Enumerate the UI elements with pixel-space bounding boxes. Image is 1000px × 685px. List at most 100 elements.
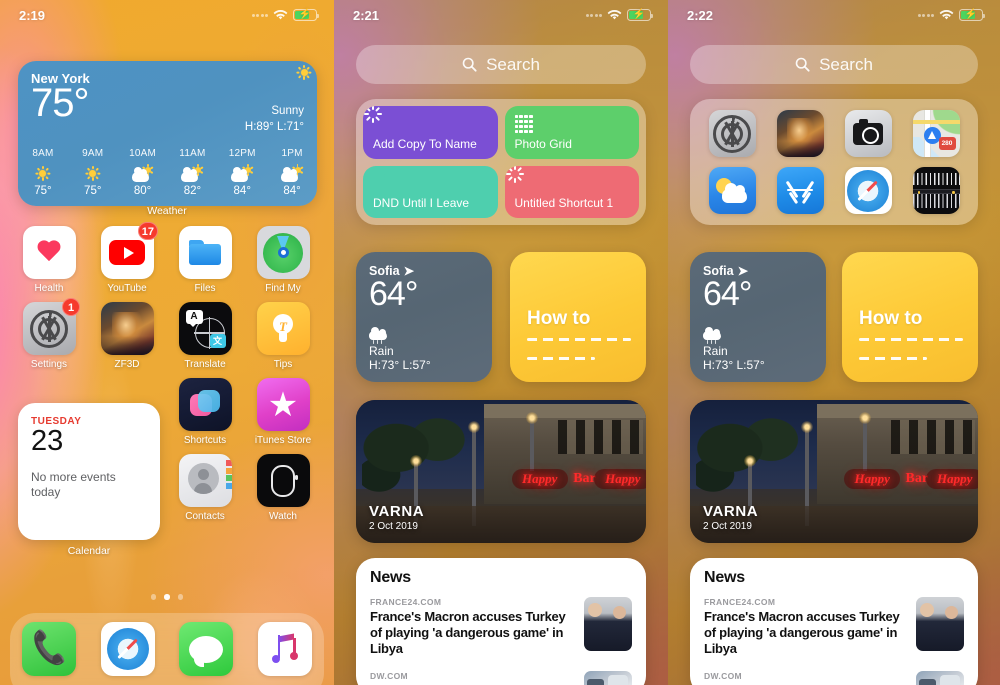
app-contacts[interactable]: Contacts xyxy=(166,454,244,522)
shortcuts-widget: Add Copy To Name Photo Grid DND Until I … xyxy=(356,99,646,225)
app-label: Shortcuts xyxy=(183,435,227,446)
app-watch[interactable]: Watch xyxy=(244,454,322,522)
health-icon xyxy=(22,226,76,279)
how-to-widget[interactable]: How to xyxy=(510,252,646,382)
watch-icon xyxy=(256,454,310,507)
news-thumbnail xyxy=(584,597,632,651)
panel-today-view-shortcuts: 2:21 ⚡ Search Add Copy To Name Photo Gri… xyxy=(334,0,668,685)
photo-caption: VARNA 2 Oct 2019 xyxy=(703,503,758,532)
partly-cloudy-icon xyxy=(118,162,168,184)
app-files[interactable]: Files xyxy=(166,226,244,294)
how-to-title: How to xyxy=(859,308,923,329)
appstore-icon[interactable] xyxy=(776,167,824,214)
forecast-time: 8AM xyxy=(32,148,54,159)
page-dots[interactable] xyxy=(0,594,334,600)
app-youtube[interactable]: 17 YouTube xyxy=(88,222,166,294)
safari-icon[interactable] xyxy=(844,167,892,214)
maps-icon[interactable]: 280 xyxy=(912,110,960,157)
camera-icon[interactable] xyxy=(844,110,892,157)
placeholder-line xyxy=(527,338,631,341)
battery-charging-icon: ⚡ xyxy=(959,9,985,21)
calendar-widget-label: Calendar xyxy=(67,545,111,557)
partly-cloudy-icon xyxy=(267,162,317,184)
news-thumbnail xyxy=(584,670,632,685)
news-widget[interactable]: News FRANCE24.COM France's Macron accuse… xyxy=(690,558,978,685)
measure-icon[interactable] xyxy=(912,167,960,214)
app-shortcuts[interactable]: Shortcuts xyxy=(166,378,244,446)
search-icon xyxy=(462,57,477,72)
photo-windows xyxy=(890,420,975,455)
news-headline: France's Macron accuses Turkey of playin… xyxy=(370,609,566,656)
photo-caption-date: 2 Oct 2019 xyxy=(703,521,752,532)
news-source: DW.COM xyxy=(370,670,408,681)
news-thumbnail xyxy=(916,670,964,685)
maps-route-shield: 280 xyxy=(938,137,956,150)
forecast-hour: 8AM 75° xyxy=(18,148,68,197)
photo-neon-sign: Happy xyxy=(593,468,646,489)
status-bar: 2:21 ⚡ xyxy=(334,0,668,30)
forecast-temp: 84° xyxy=(283,185,301,197)
weather-condition: Rain xyxy=(369,344,394,358)
shortcut-tile-add-copy-to-name[interactable]: Add Copy To Name xyxy=(363,106,498,159)
news-story[interactable]: DW.COM Coronavirus latest: Fresh lockdow… xyxy=(704,670,964,685)
news-story[interactable]: FRANCE24.COM France's Macron accuses Tur… xyxy=(370,597,632,657)
forecast-hour: 1PM 84° xyxy=(267,148,317,197)
news-widget[interactable]: News FRANCE24.COM France's Macron accuse… xyxy=(356,558,646,685)
photo-neon-sign: Happy xyxy=(511,468,568,489)
weather-temperature: 64° xyxy=(369,275,418,313)
app-health[interactable]: Health xyxy=(10,226,88,294)
how-to-widget[interactable]: How to xyxy=(842,252,978,382)
status-time: 2:22 xyxy=(687,7,714,23)
zf3d-game-icon[interactable] xyxy=(776,110,824,157)
sparkle-icon xyxy=(372,106,393,134)
music-icon[interactable] xyxy=(257,622,312,676)
app-settings[interactable]: 1 Settings xyxy=(10,298,88,370)
sun-icon xyxy=(18,162,68,184)
calendar-date: 23 xyxy=(31,425,64,457)
settings-icon[interactable] xyxy=(708,110,756,157)
search-bar[interactable]: Search xyxy=(356,45,646,84)
wifi-icon xyxy=(607,9,622,21)
battery-charging-icon: ⚡ xyxy=(627,9,653,21)
tips-letter: T xyxy=(279,318,287,334)
photo-neon-sign: Happy xyxy=(844,468,901,489)
app-label: ZF3D xyxy=(114,359,140,370)
wifi-icon xyxy=(273,9,288,21)
photo-caption: VARNA 2 Oct 2019 xyxy=(369,503,424,532)
app-tips[interactable]: T Tips xyxy=(244,302,322,370)
weather-widget[interactable]: Sofia ➤ 64° Rain H:73° L:57° xyxy=(690,252,826,382)
app-zf3d[interactable]: ZF3D xyxy=(88,302,166,370)
app-translate[interactable]: A 文 Translate xyxy=(166,302,244,370)
status-time: 2:19 xyxy=(19,7,46,23)
weather-widget[interactable]: New York 75° Sunny H:89° L:71° 8AM 75° 9… xyxy=(18,61,317,206)
app-row: 1 Settings ZF3D A 文 Translate T Tips xyxy=(0,298,334,370)
shortcut-tile-dnd-until-i-leave[interactable]: DND Until I Leave xyxy=(363,165,498,218)
messages-icon[interactable] xyxy=(179,622,234,676)
translate-letter-cjk: 文 xyxy=(209,334,226,348)
calendar-widget[interactable]: TUESDAY 23 No more events today xyxy=(18,403,160,540)
shortcuts-icon xyxy=(178,378,232,431)
shortcut-title: DND Until I Leave xyxy=(373,196,470,210)
sparkle-icon xyxy=(513,165,535,194)
news-story[interactable]: FRANCE24.COM France's Macron accuses Tur… xyxy=(704,597,964,657)
app-label: Watch xyxy=(269,511,297,522)
shortcut-title: Untitled Shortcut 1 xyxy=(514,196,614,210)
safari-icon[interactable] xyxy=(100,622,155,676)
status-bar: 2:22 ⚡ xyxy=(668,0,1000,30)
photo-caption-title: VARNA xyxy=(703,503,759,520)
search-bar[interactable]: Search xyxy=(690,45,978,84)
shortcut-title: Add Copy To Name xyxy=(373,136,477,151)
photos-widget[interactable]: Happy Bar Happy VARNA 2 Oct 2019 xyxy=(690,400,978,543)
sun-icon xyxy=(68,162,118,184)
photos-widget[interactable]: Happy Bar Happy VARNA 2 Oct 2019 xyxy=(356,400,646,543)
weather-widget[interactable]: Sofia ➤ 64° Rain H:73° L:57° xyxy=(356,252,492,382)
news-story[interactable]: DW.COM Coronavirus latest: Fresh lockdow… xyxy=(370,670,632,685)
app-find-my[interactable]: Find My xyxy=(244,226,322,294)
weather-icon[interactable] xyxy=(708,167,756,214)
shortcut-tile-photo-grid[interactable]: Photo Grid xyxy=(504,106,639,159)
findmy-icon xyxy=(256,226,310,279)
app-itunes-store[interactable]: ★ iTunes Store xyxy=(244,378,322,446)
phone-icon[interactable]: 📞 xyxy=(22,622,77,676)
shortcut-tile-untitled-shortcut-1[interactable]: Untitled Shortcut 1 xyxy=(504,165,639,218)
forecast-time: 12PM xyxy=(228,148,256,159)
